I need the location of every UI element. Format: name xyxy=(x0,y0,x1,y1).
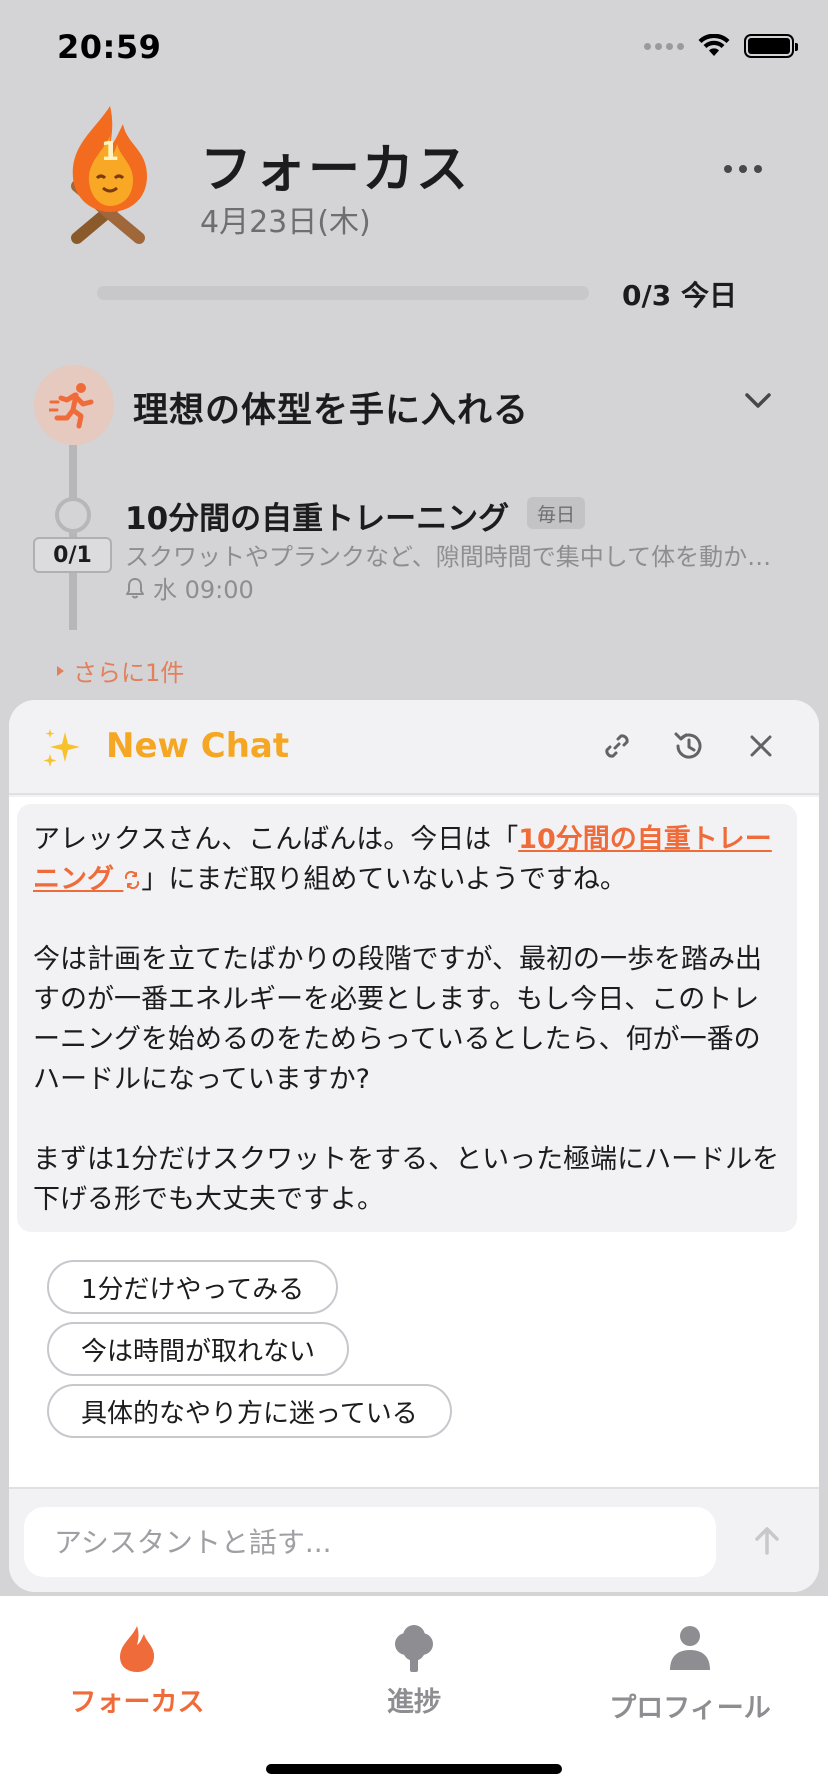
show-more-label: さらに1件 xyxy=(73,659,185,687)
status-time: 20:59 xyxy=(57,28,162,66)
flame-icon xyxy=(120,1626,154,1672)
battery-icon xyxy=(744,34,798,58)
tab-label: フォーカス xyxy=(69,1687,205,1718)
message-text: アレックスさん、こんばんは。今日は「 xyxy=(33,824,519,855)
more-dot-icon xyxy=(754,165,762,173)
tab-progress[interactable]: 進捗 xyxy=(284,1624,544,1719)
running-person-icon xyxy=(34,365,114,445)
task-reminder: 水 09:00 xyxy=(125,570,254,605)
task-counter: 0/1 xyxy=(33,537,112,573)
daily-progress-label: 0/3 今日 xyxy=(622,279,737,312)
repeat-icon xyxy=(125,870,140,890)
chat-input-area xyxy=(9,1487,819,1592)
status-icons xyxy=(644,34,798,58)
daily-progress-bar xyxy=(97,286,589,300)
suggestion-chip[interactable]: 具体的なやり方に迷っている xyxy=(47,1384,452,1438)
history-icon[interactable] xyxy=(671,728,707,764)
status-bar: 20:59 xyxy=(0,0,828,100)
chat-actions xyxy=(599,728,779,764)
tab-label: プロフィール xyxy=(609,1693,771,1724)
close-icon[interactable] xyxy=(743,728,779,764)
chat-header: New Chat xyxy=(9,700,819,795)
wifi-icon xyxy=(698,34,730,56)
task-frequency-badge: 毎日 xyxy=(527,497,586,529)
message-text: 」にまだ取り組めていないようですね。 xyxy=(141,864,627,895)
home-indicator xyxy=(266,1764,562,1774)
task-description: スクワットやプランクなど、隙間時間で集中して体を動か… xyxy=(125,543,772,571)
suggestion-chip[interactable]: 1分だけやってみる xyxy=(47,1260,339,1314)
person-icon xyxy=(670,1626,710,1670)
cellular-signal-icon xyxy=(644,42,684,50)
tab-profile[interactable]: プロフィール xyxy=(560,1624,820,1725)
goal-title: 理想の体型を手に入れる xyxy=(133,391,530,431)
chat-messages: アレックスさん、こんばんは。今日は「10分間の自重トレーニング 」にまだ取り組め… xyxy=(9,797,819,1487)
suggestion-chip[interactable]: 今は時間が取れない xyxy=(47,1322,350,1376)
chevron-down-icon[interactable] xyxy=(744,392,772,414)
task-title[interactable]: 10分間の自重トレーニング xyxy=(125,493,509,538)
message-paragraph: まずは1分だけスクワットをする、といった極端にハードルを下げる形でも大丈夫ですよ… xyxy=(33,1144,780,1215)
tab-bar: フォーカス 進捗 プロフィール xyxy=(0,1596,828,1792)
chat-title: New Chat xyxy=(106,726,290,766)
assistant-message: アレックスさん、こんばんは。今日は「10分間の自重トレーニング 」にまだ取り組め… xyxy=(17,804,797,1232)
bell-icon xyxy=(126,577,144,598)
sparkles-icon xyxy=(41,726,85,774)
reminder-time: 水 09:00 xyxy=(153,576,254,604)
arrow-up-icon xyxy=(755,1527,779,1555)
task-complete-checkbox[interactable] xyxy=(55,497,91,533)
send-button[interactable] xyxy=(747,1519,787,1563)
more-dot-icon xyxy=(724,165,732,173)
chat-input[interactable] xyxy=(24,1507,716,1577)
link-icon[interactable] xyxy=(599,728,635,764)
streak-count: 1 xyxy=(101,137,119,167)
chat-sheet: New Chat アレックスさん、こんばんは。今日は「10分間の自重トレーニング… xyxy=(9,700,819,1592)
more-dot-icon xyxy=(739,165,747,173)
page-title: フォーカス xyxy=(200,140,471,200)
triangle-right-icon xyxy=(57,665,64,676)
tab-label: 進捗 xyxy=(387,1687,441,1718)
more-options-button[interactable] xyxy=(724,165,762,173)
page-date: 4月23日(木) xyxy=(200,205,371,240)
show-more-tasks-button[interactable]: さらに1件 xyxy=(55,653,184,688)
campfire-streak-icon: 1 xyxy=(55,100,165,245)
tab-focus[interactable]: フォーカス xyxy=(7,1624,267,1719)
message-paragraph: 今は計画を立てたばかりの段階ですが、最初の一歩を踏み出すのが一番エネルギーを必要… xyxy=(33,944,762,1095)
tree-icon xyxy=(395,1625,433,1672)
